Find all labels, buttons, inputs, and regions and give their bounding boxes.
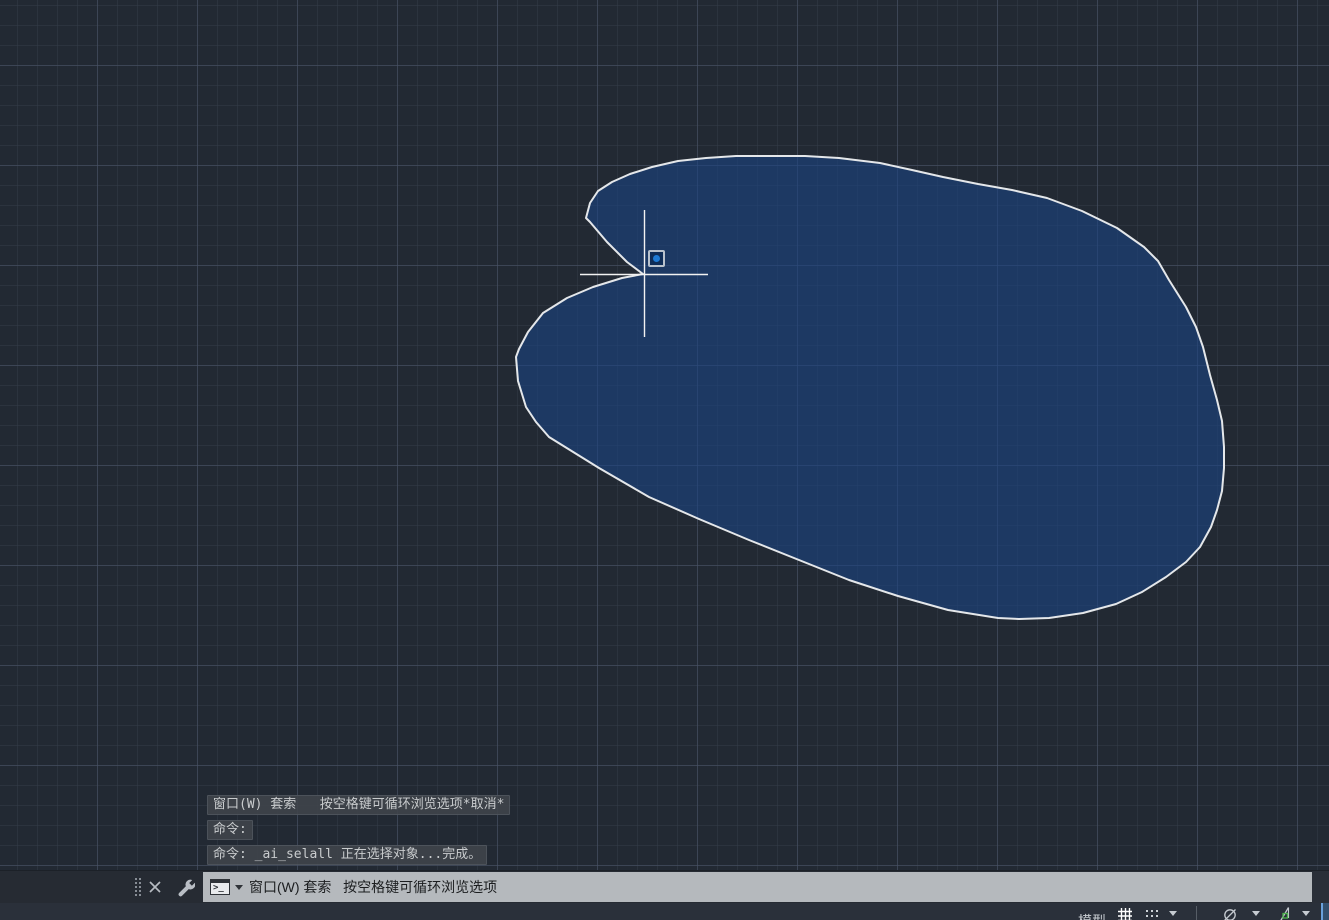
lasso-cursor-badge (648, 250, 665, 267)
model-tab-label[interactable]: 模型 (1078, 911, 1106, 920)
customize-wrench-icon[interactable] (175, 877, 195, 897)
grid-display-toggle-button[interactable] (1112, 904, 1138, 920)
snap-mode-chevron-down-icon[interactable] (1169, 911, 1177, 916)
isometric-drafting-toggle-button[interactable] (1220, 905, 1240, 920)
recent-commands-chevron-down-icon[interactable] (235, 885, 243, 890)
command-history-line: 命令: _ai_selall 正在选择对象...完成。 (207, 845, 487, 865)
circle-slash-icon (1221, 906, 1239, 920)
selection-overlay (0, 0, 1329, 870)
wrench-glyph (176, 878, 195, 897)
isometric-chevron-down-icon[interactable] (1252, 911, 1260, 916)
snap-mode-toggle-button[interactable] (1146, 910, 1158, 920)
application-window: 窗口(W) 套索 按空格键可循环浏览选项*取消* 命令: 命令: _ai_sel… (0, 0, 1329, 920)
close-x-glyph (149, 881, 161, 893)
clipped-toggle-button[interactable] (1321, 903, 1329, 920)
command-input-bar[interactable]: >_ 窗口(W) 套索 按空格键可循环浏览选项 (203, 872, 1312, 902)
lasso-badge-dot-icon (653, 255, 660, 262)
status-bar: 模型 (0, 903, 1329, 920)
command-history-line: 命令: (207, 820, 253, 840)
command-dock: >_ 窗口(W) 套索 按空格键可循环浏览选项 模型 (0, 870, 1329, 920)
close-icon[interactable] (147, 879, 163, 895)
model-space-canvas[interactable]: 窗口(W) 套索 按空格键可循环浏览选项*取消* 命令: 命令: _ai_sel… (0, 0, 1329, 870)
command-history-line: 窗口(W) 套索 按空格键可循环浏览选项*取消* (207, 795, 510, 815)
status-bar-separator (1196, 906, 1197, 920)
snap-dots-icon (1146, 910, 1148, 912)
command-prompt-icon[interactable]: >_ (210, 879, 230, 895)
object-snap-icon (1276, 906, 1294, 920)
grid-icon (1117, 907, 1133, 920)
object-snap-toggle-button[interactable] (1275, 905, 1295, 920)
command-bar-right-corner (1312, 871, 1329, 903)
object-snap-chevron-down-icon[interactable] (1302, 911, 1310, 916)
lasso-selection-region (516, 156, 1224, 619)
drag-grip-handle[interactable] (135, 878, 141, 897)
command-line-row: >_ 窗口(W) 套索 按空格键可循环浏览选项 (0, 871, 1329, 903)
command-prompt-text[interactable]: 窗口(W) 套索 按空格键可循环浏览选项 (249, 877, 497, 897)
prompt-icon-glyph: >_ (213, 883, 224, 894)
